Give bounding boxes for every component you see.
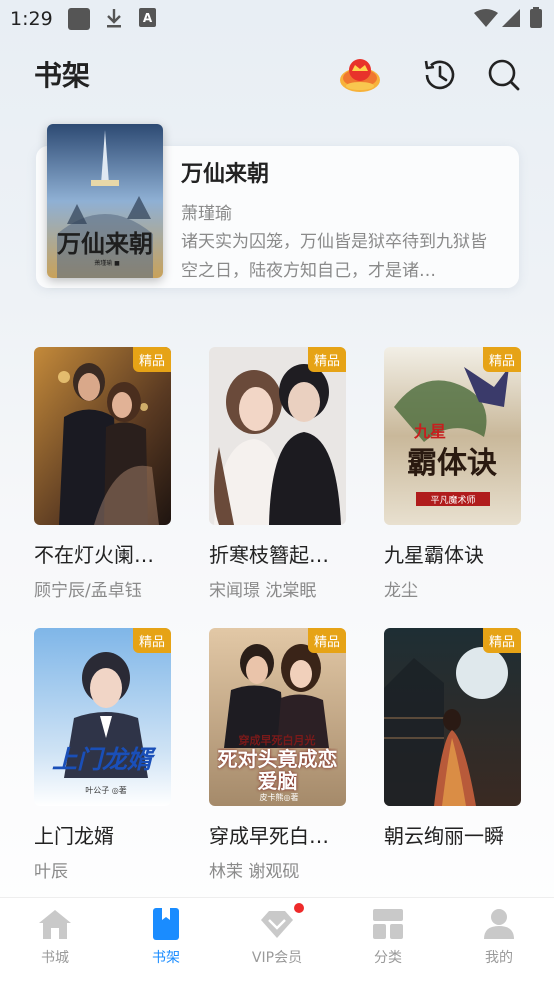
text-a-icon: A (139, 8, 156, 27)
featured-author: 萧瑾瑜 (181, 204, 232, 224)
book-author: 叶辰 (34, 862, 68, 882)
book-item[interactable]: 九星 霸体诀 平凡魔术师 精品 九星霸体诀 龙尘 (384, 347, 522, 601)
book-title: 上门龙婿 (34, 824, 114, 848)
cover-prefix: 九星 (413, 422, 446, 441)
nav-item-bookstore[interactable]: 书城 (0, 898, 110, 984)
history-icon[interactable] (421, 56, 459, 94)
book-cover[interactable]: 穿成早死白月光 死对头竟成恋爱脑 皮卡熊◎著 精品 (209, 628, 346, 806)
battery-icon (530, 7, 542, 28)
cover-subtitle: 穿成早死白月光 (239, 733, 316, 747)
page-title: 书架 (34, 59, 91, 92)
bookshelf-icon (153, 908, 179, 940)
nav-item-profile[interactable]: 我的 (444, 898, 554, 984)
book-title: 折寒枝簪起… (209, 543, 329, 567)
featured-cover-title: 万仙来朝 (57, 229, 153, 258)
book-item[interactable]: 精品 不在灯火阑… 顾宁辰/孟卓钰 (34, 347, 172, 601)
book-item[interactable]: 穿成早死白月光 死对头竟成恋爱脑 皮卡熊◎著 精品 穿成早死白… 林茉 谢观砚 (209, 628, 347, 882)
premium-badge: 精品 (307, 628, 346, 653)
book-title: 穿成早死白… (209, 824, 329, 848)
featured-title[interactable]: 万仙来朝 (181, 156, 269, 188)
nav-label: 书架 (152, 950, 180, 966)
vip-diamond-icon (261, 911, 293, 938)
featured-book-cover[interactable]: 万仙来朝 萧瑾瑜 ■ (47, 124, 163, 278)
featured-description: 诸天实为囚笼，万仙皆是狱卒待到九狱皆空之日，陆夜方知自己，才是诸… (181, 232, 487, 281)
signal-icon (502, 9, 520, 27)
book-author: 宋闻璟 沈棠眠 (209, 581, 317, 601)
bottom-navigation: 书城 书架 VIP会员 分类 我的 (0, 897, 554, 984)
nav-item-vip[interactable]: VIP会员 (222, 898, 332, 984)
premium-badge: 精品 (132, 347, 171, 372)
premium-badge: 精品 (482, 347, 521, 372)
premium-badge: 精品 (307, 347, 346, 372)
svg-text:A: A (143, 11, 153, 25)
featured-cover-author: 萧瑾瑜 ■ (94, 259, 120, 267)
cover-title: 霸体诀 (407, 446, 497, 481)
category-grid-icon (373, 909, 403, 939)
cover-author: 平凡魔术师 (430, 494, 475, 506)
home-icon (39, 910, 71, 939)
search-icon[interactable] (485, 56, 523, 94)
notification-dot-icon (294, 903, 304, 913)
book-title: 朝云绚丽一瞬 (384, 824, 504, 848)
nav-label: 分类 (374, 950, 402, 966)
user-icon (484, 909, 514, 939)
book-item[interactable]: 精品 朝云绚丽一瞬 (384, 628, 522, 857)
cover-title: 上门龙婿 (52, 745, 157, 774)
book-author: 林茉 谢观砚 (209, 862, 300, 882)
premium-badge: 精品 (482, 628, 521, 653)
book-cover[interactable]: 精品 (209, 347, 346, 525)
status-time: 1:29 (10, 8, 53, 30)
nav-label: 我的 (485, 950, 513, 966)
book-item[interactable]: 精品 折寒枝簪起… 宋闻璟 沈棠眠 (209, 347, 347, 601)
book-cover[interactable]: 精品 (34, 347, 171, 525)
book-author: 龙尘 (384, 581, 418, 601)
nav-label: VIP会员 (251, 950, 303, 966)
download-icon (107, 9, 121, 28)
wifi-icon (474, 9, 498, 27)
book-author: 顾宁辰/孟卓钰 (34, 581, 142, 601)
book-title: 九星霸体诀 (384, 543, 484, 567)
app-notification-icon (68, 8, 90, 30)
cover-author: 皮卡熊◎著 (260, 792, 299, 802)
nav-label: 书城 (41, 950, 69, 966)
book-item[interactable]: 上门龙婿 叶公子 ◎著 精品 上门龙婿 叶辰 (34, 628, 172, 882)
cover-author: 叶公子 ◎著 (85, 785, 127, 795)
nav-item-category[interactable]: 分类 (333, 898, 443, 984)
book-title: 不在灯火阑… (34, 543, 154, 567)
reward-gift-icon[interactable] (338, 53, 382, 97)
status-bar: 1:29 A (0, 0, 554, 40)
header: 书架 (0, 40, 554, 110)
premium-badge: 精品 (132, 628, 171, 653)
cover-title: 死对头竟成恋爱脑 (217, 748, 338, 793)
book-cover[interactable]: 九星 霸体诀 平凡魔术师 精品 (384, 347, 521, 525)
book-cover[interactable]: 精品 (384, 628, 521, 806)
nav-item-bookshelf[interactable]: 书架 (111, 898, 221, 984)
book-cover[interactable]: 上门龙婿 叶公子 ◎著 精品 (34, 628, 171, 806)
